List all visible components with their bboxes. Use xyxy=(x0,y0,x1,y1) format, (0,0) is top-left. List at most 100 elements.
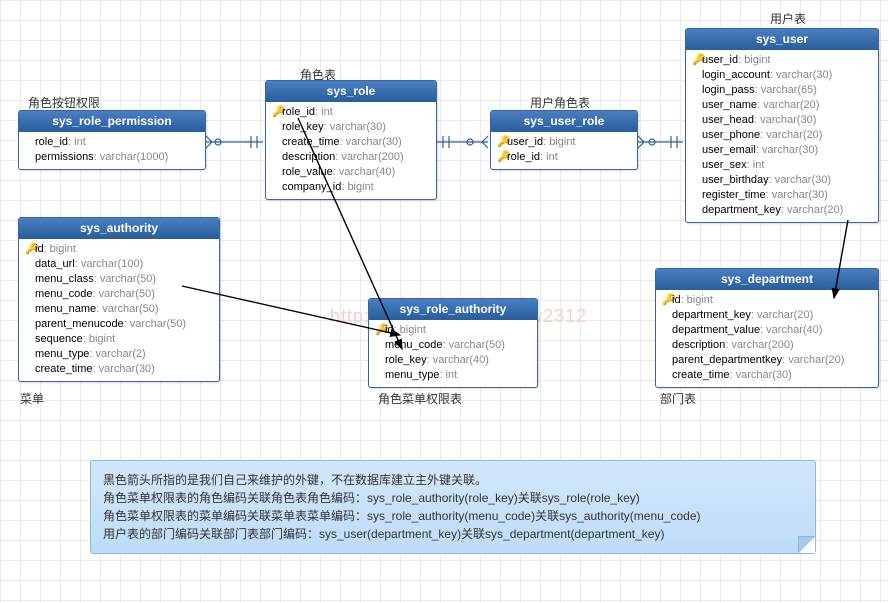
field-type: : bigint xyxy=(44,243,76,255)
field-name: user_birthday xyxy=(702,174,769,186)
entity-field: user_name: varchar(20) xyxy=(692,98,872,113)
field-type: : varchar(40) xyxy=(427,354,489,366)
field-type: : varchar(50) xyxy=(443,339,505,351)
field-name: user_sex xyxy=(702,159,747,171)
field-type: : varchar(20) xyxy=(760,129,822,141)
entity-header: sys_role xyxy=(266,81,436,102)
field-type: : bigint xyxy=(394,324,426,336)
entity-field: 🔑role_id: int xyxy=(497,150,631,165)
entity-field: create_time: varchar(30) xyxy=(272,135,430,150)
field-name: user_name xyxy=(702,99,757,111)
entity-field: company_id: bigint xyxy=(272,180,430,195)
entity-header: sys_role_authority xyxy=(369,299,537,320)
entity-field: register_time: varchar(30) xyxy=(692,188,872,203)
field-name: menu_code xyxy=(385,339,443,351)
field-name: department_key xyxy=(672,309,751,321)
entity-field: menu_name: varchar(50) xyxy=(25,302,213,317)
entity-sys-department[interactable]: sys_department 🔑id: bigintdepartment_key… xyxy=(655,268,879,388)
entity-field: 🔑role_id: int xyxy=(272,105,430,120)
entity-field: parent_departmentkey: varchar(20) xyxy=(662,353,872,368)
entity-field: description: varchar(200) xyxy=(272,150,430,165)
entity-field: 🔑id: bigint xyxy=(662,293,872,308)
entity-field: department_key: varchar(20) xyxy=(692,203,872,218)
entity-sys-role-authority[interactable]: sys_role_authority 🔑id: bigintmenu_code:… xyxy=(368,298,538,388)
entity-header: sys_role_permission xyxy=(19,111,205,132)
entity-body: 🔑role_id: introle_key: varchar(30)create… xyxy=(266,102,436,199)
entity-sys-user[interactable]: sys_user 🔑user_id: bigintlogin_account: … xyxy=(685,28,879,223)
field-name: id xyxy=(672,294,681,306)
field-type: : varchar(200) xyxy=(725,339,793,351)
field-type: : int xyxy=(439,369,457,381)
entity-body: 🔑id: bigintdata_url: varchar(100)menu_cl… xyxy=(19,239,219,381)
field-type: : varchar(30) xyxy=(766,189,828,201)
field-type: : bigint xyxy=(83,333,115,345)
entity-field: role_id: int xyxy=(25,135,199,150)
field-type: : int xyxy=(315,106,333,118)
entity-sys-role-permission[interactable]: sys_role_permission role_id: intpermissi… xyxy=(18,110,206,170)
field-name: parent_departmentkey xyxy=(672,354,782,366)
label-sys-role-permission: 角色按钮权限 xyxy=(28,94,100,111)
note-line: 用户表的部门编码关联部门表部门编码：sys_user(department_ke… xyxy=(103,525,803,543)
entity-header: sys_user_role xyxy=(491,111,637,132)
field-name: register_time xyxy=(702,189,766,201)
primary-key-icon: 🔑 xyxy=(497,150,507,165)
field-name: parent_menucode xyxy=(35,318,124,330)
field-type: : int xyxy=(540,151,558,163)
entity-field: create_time: varchar(30) xyxy=(662,368,872,383)
field-type: : varchar(30) xyxy=(756,144,818,156)
field-type: : varchar(20) xyxy=(782,354,844,366)
primary-key-icon: 🔑 xyxy=(692,53,702,68)
entity-sys-authority[interactable]: sys_authority 🔑id: bigintdata_url: varch… xyxy=(18,217,220,382)
entity-field: login_account: varchar(30) xyxy=(692,68,872,83)
field-name: user_id xyxy=(507,136,543,148)
field-name: department_value xyxy=(672,324,760,336)
field-type: : varchar(20) xyxy=(757,99,819,111)
entity-field: 🔑id: bigint xyxy=(375,323,531,338)
field-name: role_key xyxy=(385,354,427,366)
entity-body: 🔑id: bigintmenu_code: varchar(50) role_ke… xyxy=(369,320,537,387)
entity-field: 🔑id: bigint xyxy=(25,242,213,257)
field-name: menu_type xyxy=(35,348,89,360)
field-name: user_phone xyxy=(702,129,760,141)
entity-field: create_time: varchar(30) xyxy=(25,362,213,377)
entity-sys-user-role[interactable]: sys_user_role 🔑user_id: bigint🔑role_id: … xyxy=(490,110,638,170)
entity-field: user_head: varchar(30) xyxy=(692,113,872,128)
note-corner-fold-icon xyxy=(798,536,815,553)
field-name: id xyxy=(35,243,44,255)
field-type: : varchar(20) xyxy=(781,204,843,216)
field-type: : varchar(50) xyxy=(94,273,156,285)
field-type: : varchar(30) xyxy=(729,369,791,381)
entity-header: sys_department xyxy=(656,269,878,290)
field-name: permissions xyxy=(35,151,94,163)
field-name: menu_type xyxy=(385,369,439,381)
entity-field: login_pass: varchar(65) xyxy=(692,83,872,98)
field-type: : varchar(2) xyxy=(89,348,145,360)
field-name: user_id xyxy=(702,54,738,66)
field-name: menu_name xyxy=(35,303,96,315)
entity-field: sequence: bigint xyxy=(25,332,213,347)
field-name: login_account xyxy=(702,69,770,81)
field-type: : varchar(40) xyxy=(333,166,395,178)
primary-key-icon: 🔑 xyxy=(662,293,672,308)
field-name: user_email xyxy=(702,144,756,156)
field-type: : varchar(30) xyxy=(754,114,816,126)
field-type: : varchar(65) xyxy=(755,84,817,96)
entity-sys-role[interactable]: sys_role 🔑role_id: introle_key: varchar(… xyxy=(265,80,437,200)
entity-body: 🔑user_id: bigint🔑role_id: int xyxy=(491,132,637,169)
field-type: : varchar(30) xyxy=(770,69,832,81)
field-type: : varchar(1000) xyxy=(94,151,169,163)
entity-field: role_key: varchar(40) xyxy=(375,353,531,368)
entity-field: role_key: varchar(30) xyxy=(272,120,430,135)
primary-key-icon: 🔑 xyxy=(25,242,35,257)
label-sys-authority: 菜单 xyxy=(20,390,44,407)
entity-body: 🔑id: bigintdepartment_key: varchar(20)de… xyxy=(656,290,878,387)
entity-body: 🔑user_id: bigintlogin_account: varchar(3… xyxy=(686,50,878,222)
entity-field: menu_code: varchar(50) xyxy=(25,287,213,302)
entity-body: role_id: intpermissions: varchar(1000) xyxy=(19,132,205,169)
field-type: : varchar(40) xyxy=(760,324,822,336)
entity-field: menu_type: varchar(2) xyxy=(25,347,213,362)
note-line: 角色菜单权限表的菜单编码关联菜单表菜单编码：sys_role_authority… xyxy=(103,507,803,525)
field-type: : varchar(50) xyxy=(96,303,158,315)
entity-field: description: varchar(200) xyxy=(662,338,872,353)
field-type: : varchar(30) xyxy=(92,363,154,375)
